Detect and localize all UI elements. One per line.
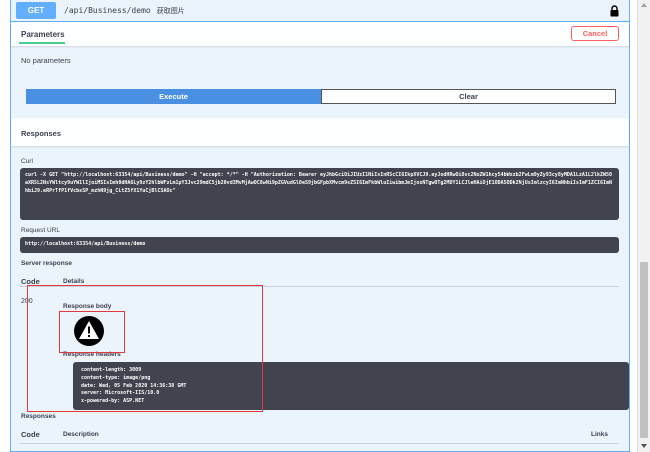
method-badge: GET [16, 2, 56, 19]
operation-summary[interactable]: GET /api/Business/demo 获取图片 [11, 0, 629, 22]
swagger-page: GET /api/Business/demo 获取图片 Parameters C… [0, 0, 637, 452]
highlight-box-icon [59, 311, 125, 353]
responses-code-header: Code [21, 430, 40, 439]
server-response-label: Server response [21, 260, 72, 267]
tab-active-indicator [19, 42, 65, 44]
scroll-up-arrow-icon[interactable] [641, 3, 647, 7]
execute-button[interactable]: Execute [26, 89, 321, 104]
scrollbar-thumb[interactable] [640, 262, 648, 438]
clear-button[interactable]: Clear [321, 89, 616, 104]
operation-description: 获取图片 [156, 7, 185, 15]
cancel-button[interactable]: Cancel [571, 26, 619, 41]
operation-block-get-demo: GET /api/Business/demo 获取图片 Parameters C… [10, 0, 630, 452]
responses-header: Responses [11, 118, 629, 146]
vertical-scrollbar[interactable] [637, 0, 650, 452]
execute-wrapper: Execute Clear [26, 89, 616, 104]
tab-parameters[interactable]: Parameters [21, 30, 65, 39]
curl-label: Curl [21, 158, 33, 165]
responses-table-title: Responses [21, 413, 56, 420]
responses-title: Responses [21, 129, 62, 138]
curl-command[interactable]: curl -X GET "http://localhost:63354/api/… [20, 168, 619, 220]
responses-description-header: Description [63, 431, 99, 438]
responses-links-header: Links [591, 431, 608, 438]
operation-path: /api/Business/demo [64, 6, 151, 15]
parameters-header: Parameters Cancel [11, 22, 629, 46]
details-column-header: Details [63, 278, 85, 285]
scroll-down-arrow-icon[interactable] [641, 444, 647, 448]
lock-icon[interactable] [610, 5, 619, 17]
request-url[interactable]: http://localhost:63354/api/Business/demo [20, 237, 619, 253]
responses-table-divider [20, 443, 619, 444]
no-parameters-text: No parameters [21, 56, 71, 65]
request-url-label: Request URL [21, 227, 61, 234]
